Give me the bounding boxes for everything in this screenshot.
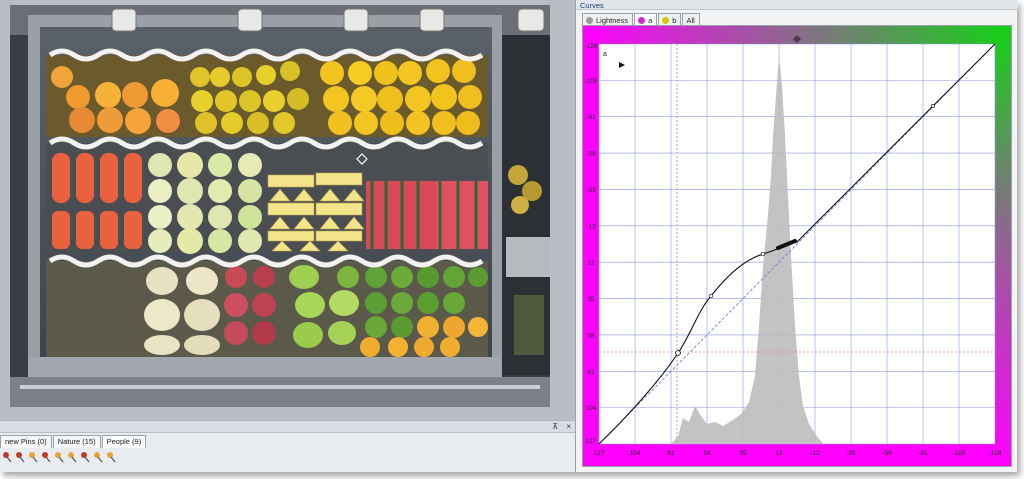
y-tick-label: 127 [586,438,597,445]
left-gradient-bar [583,26,599,466]
curve-control-point[interactable] [675,350,681,356]
pin-icon-row [2,451,119,463]
y-tick-label: -105 [584,78,597,85]
y-tick-label: 58 [587,332,595,339]
pin-icon[interactable] [15,451,26,463]
x-tick-label: -12 [810,450,820,457]
curves-panel-title: Curves [576,0,1018,10]
y-tick-label: -81 [586,114,596,121]
y-tick-label: 35 [587,296,595,303]
x-tick-label: 12 [775,450,783,457]
photo-fruit-stall [10,5,550,407]
curves-tabs: Lightness a b All [582,13,701,25]
tab-label: All [686,15,695,25]
y-tick-label: 12 [587,260,595,267]
curve-control-point[interactable] [931,104,935,108]
tab-b[interactable]: b [658,13,682,25]
y-tick-label: -12 [586,223,596,230]
pin-handle-icon[interactable] [355,152,369,166]
pins-panel-controls: ⊼ × [546,422,571,431]
pin-icon[interactable] [54,451,65,463]
curve-control-point[interactable] [760,251,766,257]
y-tick-label: -58 [586,151,596,158]
app-window: ⊼ × new Pins (0) Nature (15) People (9) [0,0,1018,472]
x-tick-label: -128 [988,450,1001,457]
pineapple-slices [267,172,365,252]
pin-icon[interactable] [80,451,91,463]
pin-icon[interactable] [2,451,13,463]
x-tick-label: 35 [739,450,747,457]
pins-tabs: new Pins (0) Nature (15) People (9) [0,435,147,448]
x-tick-label: -35 [846,450,856,457]
lightness-channel-icon [586,16,593,24]
x-tick-label: -58 [882,450,892,457]
curve-control-point[interactable] [708,293,714,299]
pin-icon[interactable] [106,451,117,463]
image-viewer: ⊼ × new Pins (0) Nature (15) People (9) [0,0,575,472]
channel-label: a [603,51,607,58]
pin-icon[interactable] [93,451,104,463]
tab-label: Lightness [596,15,629,25]
x-tick-label: 127 [594,450,605,457]
pins-panel-titlebar: ⊼ × [0,421,575,433]
y-tick-label: -128 [584,43,597,50]
x-tick-label: -105 [952,450,965,457]
tab-a[interactable]: a [634,13,658,25]
curves-editor: a -128 -105 -81 -58 -35 -12 12 35 58 81 104 127 127… [582,25,1012,467]
curves-panel: Curves Lightness a b All a -128 -105 -81… [575,0,1018,472]
close-icon[interactable]: × [566,422,571,431]
pin-panel-icon[interactable]: ⊼ [552,422,558,431]
curves-graph[interactable]: a -128 -105 -81 -58 -35 -12 12 35 58 81 104 127 127… [583,26,1011,466]
pin-icon[interactable] [28,451,39,463]
tab-label: a [648,15,653,25]
x-tick-label: -81 [918,450,928,457]
pins-panel: ⊼ × new Pins (0) Nature (15) People (9) [0,420,575,472]
y-tick-label: -35 [586,187,596,194]
pin-icon[interactable] [41,451,52,463]
right-gradient-bar [995,26,1011,466]
y-tick-label: 104 [586,405,597,412]
pin-icon[interactable] [67,451,78,463]
watermelon-slices [366,181,488,249]
x-tick-label: 58 [703,450,711,457]
a-channel-icon [638,16,646,24]
tab-label: b [672,15,677,25]
bottom-gradient-bar [583,444,1011,466]
tab-all[interactable]: All [682,13,700,25]
tab-nature[interactable]: Nature (15) [52,435,101,448]
tab-lightness[interactable]: Lightness [582,13,634,25]
b-channel-icon [662,16,670,24]
tab-people[interactable]: People (9) [101,435,147,448]
tab-new-pins[interactable]: new Pins (0) [0,435,52,448]
y-tick-label: 81 [587,369,595,376]
x-tick-label: 81 [667,450,675,457]
x-tick-label: 104 [630,450,641,457]
